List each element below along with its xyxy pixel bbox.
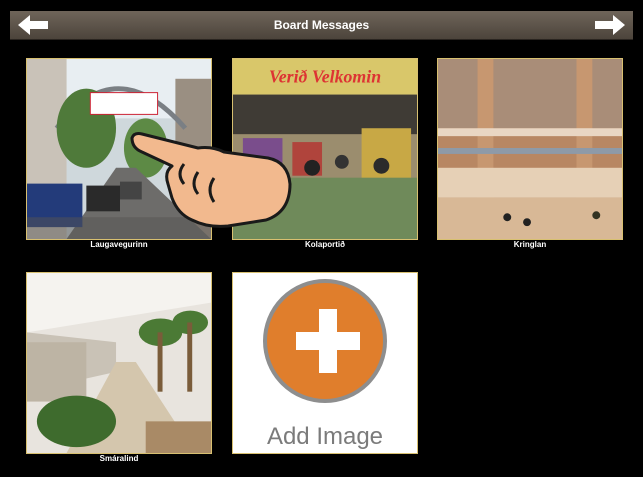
- forward-button[interactable]: [593, 13, 627, 37]
- arrow-right-icon: [595, 15, 625, 35]
- plus-circle-icon: [263, 279, 387, 403]
- add-image-label: Add Image: [266, 423, 384, 450]
- tile-photo: Verið Velkomin: [232, 58, 418, 240]
- add-image-button[interactable]: Add Image: [232, 272, 418, 454]
- tile-photo: [437, 58, 623, 240]
- tile-caption: Laugavegurinn: [90, 240, 148, 249]
- tile-caption: Kolaportið: [305, 240, 345, 249]
- top-bar: Board Messages: [10, 11, 633, 40]
- welcome-sign: Verið Velkomin: [269, 67, 381, 87]
- tile-photo: [26, 58, 212, 240]
- tile-photo: [26, 272, 212, 454]
- plus-icon-horizontal: [296, 332, 360, 350]
- tile-caption: Smáralind: [99, 454, 139, 463]
- page-title: Board Messages: [273, 18, 370, 32]
- tile-caption: Kringlan: [513, 240, 547, 249]
